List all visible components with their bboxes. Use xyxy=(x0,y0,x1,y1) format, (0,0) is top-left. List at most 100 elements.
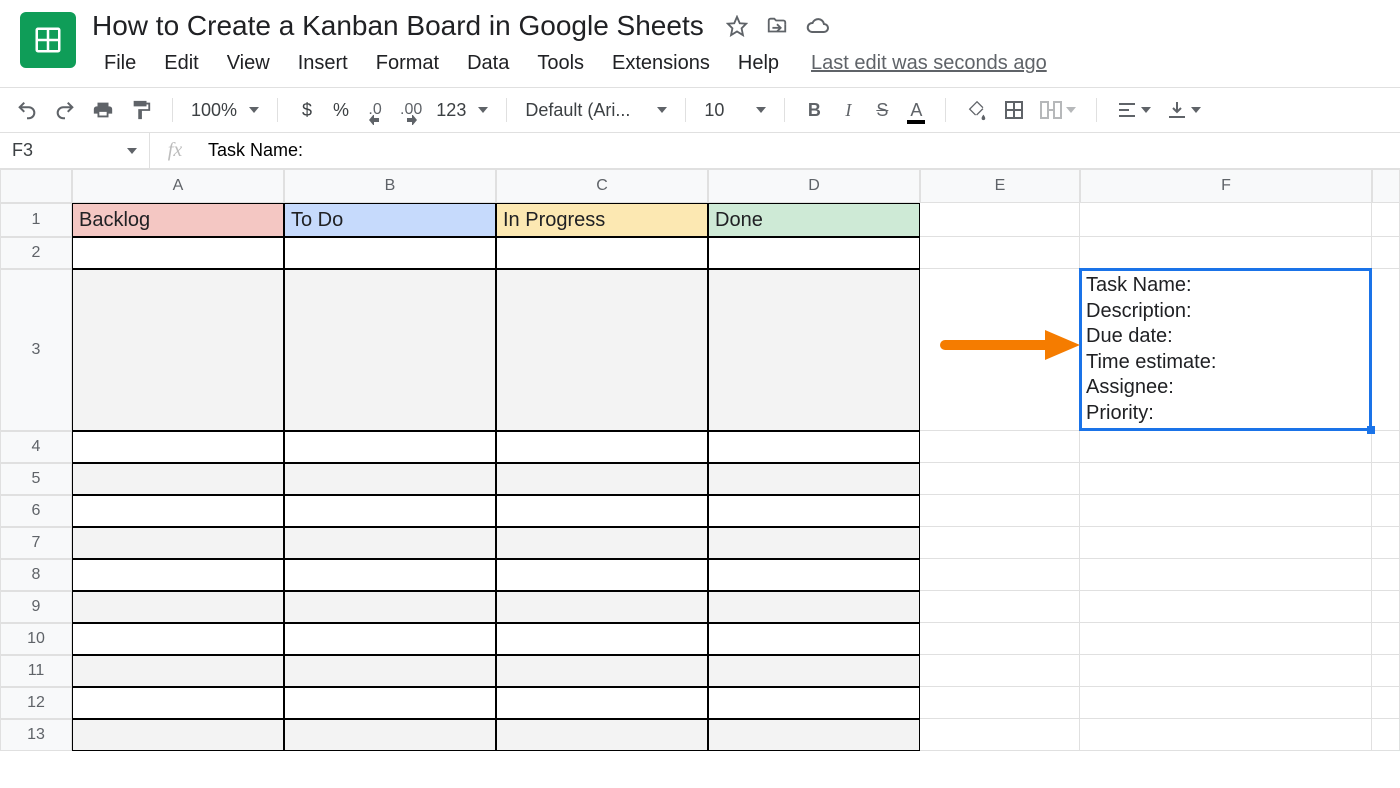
menu-help[interactable]: Help xyxy=(724,48,793,79)
row-header-9[interactable]: 9 xyxy=(0,591,72,623)
row-header-12[interactable]: 12 xyxy=(0,687,72,719)
cell-d8[interactable] xyxy=(708,559,920,591)
cell-a12[interactable] xyxy=(72,687,284,719)
cell-a5[interactable] xyxy=(72,463,284,495)
cell-b4[interactable] xyxy=(284,431,496,463)
menu-tools[interactable]: Tools xyxy=(523,48,598,79)
cell-d7[interactable] xyxy=(708,527,920,559)
col-header-b[interactable]: B xyxy=(284,169,496,203)
star-icon[interactable] xyxy=(726,15,748,37)
cell-g3[interactable] xyxy=(1372,269,1400,431)
row-header-10[interactable]: 10 xyxy=(0,623,72,655)
cell-c7[interactable] xyxy=(496,527,708,559)
col-header-c[interactable]: C xyxy=(496,169,708,203)
cell-c4[interactable] xyxy=(496,431,708,463)
doc-title[interactable]: How to Create a Kanban Board in Google S… xyxy=(88,8,708,44)
menu-data[interactable]: Data xyxy=(453,48,523,79)
row-header-5[interactable]: 5 xyxy=(0,463,72,495)
sheets-logo[interactable] xyxy=(20,12,76,68)
merge-cells-button[interactable] xyxy=(1034,94,1082,126)
cell-c10[interactable] xyxy=(496,623,708,655)
more-formats-dropdown[interactable]: 123 xyxy=(432,94,492,126)
cell-b7[interactable] xyxy=(284,527,496,559)
cell-g9[interactable] xyxy=(1372,591,1400,623)
spreadsheet-grid[interactable]: A B C D E F 1 Backlog To Do In Progress … xyxy=(0,169,1400,751)
cell-d1[interactable]: Done xyxy=(708,203,920,237)
print-button[interactable] xyxy=(86,94,120,126)
cell-c6[interactable] xyxy=(496,495,708,527)
zoom-dropdown[interactable]: 100% xyxy=(187,94,263,126)
cell-f13[interactable] xyxy=(1080,719,1372,751)
row-header-6[interactable]: 6 xyxy=(0,495,72,527)
undo-button[interactable] xyxy=(10,94,44,126)
cell-b11[interactable] xyxy=(284,655,496,687)
cell-g13[interactable] xyxy=(1372,719,1400,751)
cell-b5[interactable] xyxy=(284,463,496,495)
cell-c2[interactable] xyxy=(496,237,708,269)
cell-a7[interactable] xyxy=(72,527,284,559)
bold-button[interactable]: B xyxy=(799,94,829,126)
row-header-2[interactable]: 2 xyxy=(0,237,72,269)
cloud-status-icon[interactable] xyxy=(806,14,830,38)
cell-a13[interactable] xyxy=(72,719,284,751)
font-size-dropdown[interactable]: 10 xyxy=(700,94,770,126)
cell-a8[interactable] xyxy=(72,559,284,591)
cell-f8[interactable] xyxy=(1080,559,1372,591)
cell-d2[interactable] xyxy=(708,237,920,269)
horizontal-align-button[interactable] xyxy=(1111,94,1157,126)
cell-g7[interactable] xyxy=(1372,527,1400,559)
font-family-dropdown[interactable]: Default (Ari... xyxy=(521,94,671,126)
cell-a1[interactable]: Backlog xyxy=(72,203,284,237)
cell-b2[interactable] xyxy=(284,237,496,269)
cell-g1[interactable] xyxy=(1372,203,1400,237)
italic-button[interactable]: I xyxy=(833,94,863,126)
cell-e9[interactable] xyxy=(920,591,1080,623)
move-icon[interactable] xyxy=(766,15,788,37)
cell-c1[interactable]: In Progress xyxy=(496,203,708,237)
cell-e3[interactable] xyxy=(920,269,1080,431)
decrease-decimals-button[interactable]: .0 xyxy=(360,94,390,126)
cell-b9[interactable] xyxy=(284,591,496,623)
row-header-1[interactable]: 1 xyxy=(0,203,72,237)
cell-a4[interactable] xyxy=(72,431,284,463)
row-header-8[interactable]: 8 xyxy=(0,559,72,591)
menu-view[interactable]: View xyxy=(213,48,284,79)
cell-c3[interactable] xyxy=(496,269,708,431)
cell-f6[interactable] xyxy=(1080,495,1372,527)
col-header-d[interactable]: D xyxy=(708,169,920,203)
cell-e13[interactable] xyxy=(920,719,1080,751)
cell-c12[interactable] xyxy=(496,687,708,719)
menu-format[interactable]: Format xyxy=(362,48,453,79)
cell-f2[interactable] xyxy=(1080,237,1372,269)
cell-c13[interactable] xyxy=(496,719,708,751)
cell-d5[interactable] xyxy=(708,463,920,495)
cell-d4[interactable] xyxy=(708,431,920,463)
cell-b6[interactable] xyxy=(284,495,496,527)
last-edit-link[interactable]: Last edit was seconds ago xyxy=(811,52,1047,75)
col-header-e[interactable]: E xyxy=(920,169,1080,203)
formula-input[interactable] xyxy=(200,133,1400,168)
cell-g4[interactable] xyxy=(1372,431,1400,463)
cell-f1[interactable] xyxy=(1080,203,1372,237)
cell-b13[interactable] xyxy=(284,719,496,751)
cell-a3[interactable] xyxy=(72,269,284,431)
menu-file[interactable]: File xyxy=(90,48,150,79)
cell-d12[interactable] xyxy=(708,687,920,719)
cell-f4[interactable] xyxy=(1080,431,1372,463)
row-header-3[interactable]: 3 xyxy=(0,269,72,431)
cell-c5[interactable] xyxy=(496,463,708,495)
cell-a2[interactable] xyxy=(72,237,284,269)
cell-a10[interactable] xyxy=(72,623,284,655)
cell-d13[interactable] xyxy=(708,719,920,751)
redo-button[interactable] xyxy=(48,94,82,126)
cell-g5[interactable] xyxy=(1372,463,1400,495)
cell-f11[interactable] xyxy=(1080,655,1372,687)
row-header-4[interactable]: 4 xyxy=(0,431,72,463)
vertical-align-button[interactable] xyxy=(1161,94,1207,126)
cell-e11[interactable] xyxy=(920,655,1080,687)
cell-a9[interactable] xyxy=(72,591,284,623)
cell-g2[interactable] xyxy=(1372,237,1400,269)
cell-e8[interactable] xyxy=(920,559,1080,591)
cell-c11[interactable] xyxy=(496,655,708,687)
cell-e5[interactable] xyxy=(920,463,1080,495)
